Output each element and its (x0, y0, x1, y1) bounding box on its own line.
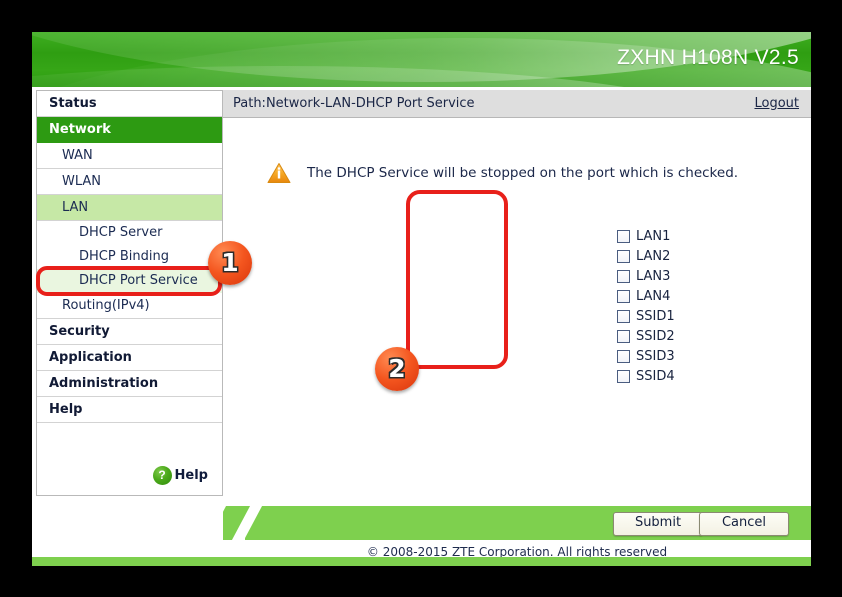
port-label: LAN1 (636, 228, 671, 244)
checkbox-ssid1[interactable] (617, 309, 630, 323)
help-launcher-label: Help (174, 468, 208, 483)
dhcp-port-checkbox-group: LAN1 LAN2 LAN3 LAN4 SSID1 SSID2 SSID3 SSID4 (617, 226, 675, 386)
port-label: LAN3 (636, 268, 671, 284)
port-label: SSID1 (636, 308, 675, 324)
sidebar-item-application[interactable]: Application (37, 345, 222, 371)
sidebar-item-network[interactable]: Network (37, 117, 222, 143)
port-label: SSID4 (636, 368, 675, 384)
device-model-title: ZXHN H108N V2.5 (617, 46, 799, 69)
port-row[interactable]: SSID4 (617, 366, 675, 386)
port-label: LAN2 (636, 248, 671, 264)
submit-button[interactable]: Submit (613, 512, 703, 536)
port-label: LAN4 (636, 288, 671, 304)
window-bottom-green-strip (32, 557, 811, 566)
sidebar-help-pane: ? Help (37, 423, 222, 495)
sidebar-item-help[interactable]: Help (37, 397, 222, 423)
warning-message-text: The DHCP Service will be stopped on the … (307, 165, 739, 181)
page-banner: ZXHN H108N V2.5 (32, 32, 811, 87)
warning-message-row: The DHCP Service will be stopped on the … (267, 162, 738, 184)
content-area: Path:Network-LAN-DHCP Port Service Logou… (223, 90, 811, 566)
sidebar-item-administration[interactable]: Administration (37, 371, 222, 397)
port-row[interactable]: SSID1 (617, 306, 675, 326)
port-row[interactable]: SSID3 (617, 346, 675, 366)
sidebar-item-wlan[interactable]: WLAN (37, 169, 222, 195)
port-label: SSID3 (636, 348, 675, 364)
help-launcher-button[interactable]: ? Help (152, 466, 208, 485)
question-mark-circle-icon: ? (152, 466, 172, 485)
checkbox-lan3[interactable] (617, 269, 630, 283)
annotation-badge-2: 2 (375, 347, 419, 391)
annotation-badge-1: 1 (208, 241, 252, 285)
router-admin-window: ZXHN H108N V2.5 Status Network WAN WLAN LAN D… (32, 32, 811, 566)
port-row[interactable]: LAN4 (617, 286, 675, 306)
warning-triangle-icon (267, 162, 291, 184)
action-button-bar: Submit Cancel (223, 506, 811, 540)
sidebar-item-routing-ipv4[interactable]: Routing(IPv4) (37, 293, 222, 319)
screenshot-canvas: ZXHN H108N V2.5 Status Network WAN WLAN LAN D… (0, 0, 842, 597)
sidebar-item-dhcp-server[interactable]: DHCP Server (37, 221, 222, 245)
checkbox-ssid2[interactable] (617, 329, 630, 343)
checkbox-ssid4[interactable] (617, 369, 630, 383)
sidebar-item-status[interactable]: Status (37, 91, 222, 117)
logout-link[interactable]: Logout (754, 96, 799, 111)
breadcrumb-bar: Path:Network-LAN-DHCP Port Service Logou… (223, 90, 811, 118)
dhcp-port-service-panel: The DHCP Service will be stopped on the … (223, 118, 811, 532)
sidebar-item-wan[interactable]: WAN (37, 143, 222, 169)
sidebar-item-lan[interactable]: LAN (37, 195, 222, 221)
sidebar-item-dhcp-port-service[interactable]: DHCP Port Service (37, 269, 222, 293)
cancel-button[interactable]: Cancel (699, 512, 789, 536)
sidebar-item-security[interactable]: Security (37, 319, 222, 345)
checkbox-ssid3[interactable] (617, 349, 630, 363)
breadcrumb: Path:Network-LAN-DHCP Port Service (233, 96, 475, 111)
port-row[interactable]: LAN2 (617, 246, 675, 266)
port-label: SSID2 (636, 328, 675, 344)
port-row[interactable]: LAN1 (617, 226, 675, 246)
checkbox-lan1[interactable] (617, 229, 630, 243)
port-row[interactable]: LAN3 (617, 266, 675, 286)
port-row[interactable]: SSID2 (617, 326, 675, 346)
checkbox-lan2[interactable] (617, 249, 630, 263)
sidebar-item-dhcp-binding[interactable]: DHCP Binding (37, 245, 222, 269)
checkbox-lan4[interactable] (617, 289, 630, 303)
navigation-sidebar: Status Network WAN WLAN LAN DHCP Server DHCP B… (36, 90, 223, 496)
